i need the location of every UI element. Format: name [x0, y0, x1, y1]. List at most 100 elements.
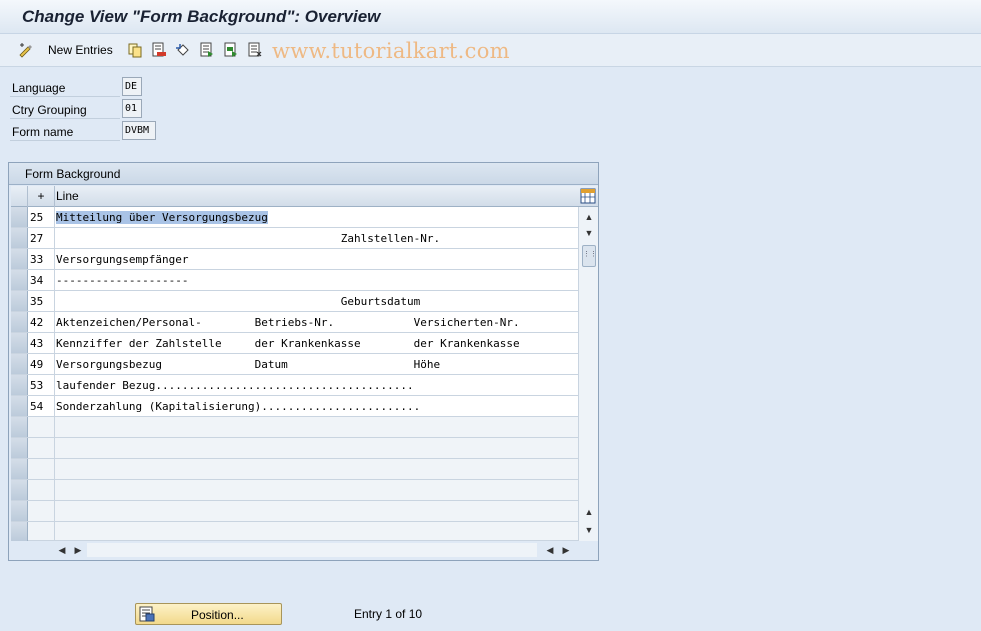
- row-line-text[interactable]: Sonderzahlung (Kapitalisierung).........…: [56, 400, 420, 413]
- form-name-label: Form name: [10, 121, 120, 141]
- row-selector[interactable]: [11, 480, 28, 500]
- row-line-text[interactable]: Mitteilung über Versorgungsbezug: [56, 211, 268, 224]
- row-selector[interactable]: [11, 459, 28, 479]
- form-background-panel: Form Background + Line 25 Mitteilung übe…: [8, 162, 599, 561]
- row-selector[interactable]: [11, 312, 28, 332]
- empty-row[interactable]: [11, 459, 578, 480]
- row-line-text[interactable]: Versorgungsbezug Datum Höhe: [56, 358, 440, 371]
- row-number: 27: [28, 228, 55, 248]
- row-selector[interactable]: [11, 417, 28, 437]
- table-settings-icon[interactable]: [580, 188, 596, 204]
- new-entries-button[interactable]: New Entries: [48, 43, 113, 57]
- table-row[interactable]: 35 Geburtsdatum: [11, 291, 578, 312]
- row-selector[interactable]: [11, 375, 28, 395]
- empty-row[interactable]: [11, 417, 578, 438]
- empty-row[interactable]: [11, 480, 578, 501]
- undo-icon[interactable]: [175, 42, 191, 58]
- scroll-page-down-icon[interactable]: ▼: [582, 523, 596, 537]
- empty-row[interactable]: [11, 522, 578, 541]
- row-line-text[interactable]: Aktenzeichen/Personal- Betriebs-Nr. Vers…: [56, 316, 520, 329]
- row-number-empty: [28, 459, 55, 479]
- ctry-grouping-field: 01: [122, 99, 142, 118]
- row-line-text[interactable]: Zahlstellen-Nr.: [56, 232, 440, 245]
- select-all-cell[interactable]: [11, 186, 28, 207]
- table-row[interactable]: 33 Versorgungsempfänger: [11, 249, 578, 270]
- row-selector[interactable]: [11, 438, 28, 458]
- panel-title: Form Background: [9, 163, 598, 185]
- language-field: DE: [122, 77, 142, 96]
- table-row[interactable]: 25 Mitteilung über Versorgungsbezug: [11, 207, 578, 228]
- row-number: 42: [28, 312, 55, 332]
- row-number-empty: [28, 480, 55, 500]
- table-row[interactable]: 42 Aktenzeichen/Personal- Betriebs-Nr. V…: [11, 312, 578, 333]
- row-selector[interactable]: [11, 249, 28, 269]
- row-selector[interactable]: [11, 207, 28, 227]
- row-selector[interactable]: [11, 291, 28, 311]
- row-line-text[interactable]: Geburtsdatum: [56, 295, 420, 308]
- row-selector[interactable]: [11, 522, 28, 541]
- column-header-line[interactable]: Line: [56, 189, 79, 203]
- row-number: 33: [28, 249, 55, 269]
- row-line-text[interactable]: --------------------: [56, 274, 188, 287]
- scroll-page-up-icon[interactable]: ▲: [582, 505, 596, 519]
- application-toolbar: New Entries www.tutorialkart.com: [0, 34, 981, 67]
- table-row[interactable]: 34 --------------------: [11, 270, 578, 291]
- row-line-text[interactable]: Kennziffer der Zahlstelle der Krankenkas…: [56, 337, 520, 350]
- table-row[interactable]: 27 Zahlstellen-Nr.: [11, 228, 578, 249]
- row-line-text[interactable]: laufender Bezug.........................…: [56, 379, 414, 392]
- row-selector[interactable]: [11, 333, 28, 353]
- table-control: + Line 25 Mitteilung über Versorgungsbez…: [11, 186, 598, 541]
- table-row[interactable]: 54 Sonderzahlung (Kapitalisierung)......…: [11, 396, 578, 417]
- table-row[interactable]: 49 Versorgungsbezug Datum Höhe: [11, 354, 578, 375]
- row-number: 49: [28, 354, 55, 374]
- display-change-icon[interactable]: [18, 42, 34, 58]
- scroll-end-left-icon[interactable]: ◀: [543, 543, 557, 557]
- scroll-thumb[interactable]: ⋮⋮: [582, 245, 597, 267]
- row-selector[interactable]: [11, 354, 28, 374]
- empty-row[interactable]: [11, 501, 578, 522]
- select-all-icon[interactable]: [199, 42, 215, 58]
- horizontal-scroll-track[interactable]: [87, 543, 537, 557]
- form-name-field: DVBM: [122, 121, 156, 140]
- select-block-icon[interactable]: [223, 42, 239, 58]
- column-header-plus[interactable]: +: [28, 186, 55, 207]
- row-number: 54: [28, 396, 55, 416]
- copy-icon[interactable]: [127, 42, 143, 58]
- position-button-label: Position...: [191, 608, 244, 622]
- row-number-empty: [28, 501, 55, 521]
- language-label: Language: [10, 77, 120, 97]
- row-number: 43: [28, 333, 55, 353]
- entry-counter: Entry 1 of 10: [354, 607, 423, 621]
- row-number-empty: [28, 522, 55, 541]
- row-line-text[interactable]: Versorgungsempfänger: [56, 253, 188, 266]
- row-selector[interactable]: [11, 396, 28, 416]
- delete-icon[interactable]: [151, 42, 167, 58]
- vertical-scrollbar[interactable]: ▲ ▼ ⋮⋮ ▲ ▼: [578, 207, 598, 541]
- scroll-end-right-icon[interactable]: ▶: [559, 543, 573, 557]
- table-row[interactable]: 53 laufender Bezug......................…: [11, 375, 578, 396]
- scroll-right-icon[interactable]: ▶: [71, 543, 85, 557]
- position-button[interactable]: Position...: [135, 603, 282, 625]
- row-number: 34: [28, 270, 55, 290]
- row-selector[interactable]: [11, 270, 28, 290]
- row-selector[interactable]: [11, 228, 28, 248]
- page-title: Change View "Form Background": Overview: [22, 7, 381, 26]
- row-number-empty: [28, 417, 55, 437]
- watermark-text: www.tutorialkart.com: [272, 39, 510, 63]
- deselect-all-icon[interactable]: [247, 42, 263, 58]
- row-selector[interactable]: [11, 501, 28, 521]
- row-number: 53: [28, 375, 55, 395]
- ctry-grouping-label: Ctry Grouping: [10, 99, 120, 119]
- table-row[interactable]: 43 Kennziffer der Zahlstelle der Kranken…: [11, 333, 578, 354]
- scroll-up-icon[interactable]: ▲: [582, 210, 596, 224]
- title-bar: Change View "Form Background": Overview: [0, 0, 981, 34]
- position-icon: [139, 606, 155, 622]
- scroll-down-icon[interactable]: ▼: [582, 226, 596, 240]
- table-header: + Line: [11, 186, 598, 207]
- row-number: 35: [28, 291, 55, 311]
- row-number: 25: [28, 207, 55, 227]
- scroll-left-icon[interactable]: ◀: [55, 543, 69, 557]
- empty-row[interactable]: [11, 438, 578, 459]
- row-number-empty: [28, 438, 55, 458]
- horizontal-scrollbar[interactable]: ◀ ▶ ◀ ▶: [55, 541, 578, 559]
